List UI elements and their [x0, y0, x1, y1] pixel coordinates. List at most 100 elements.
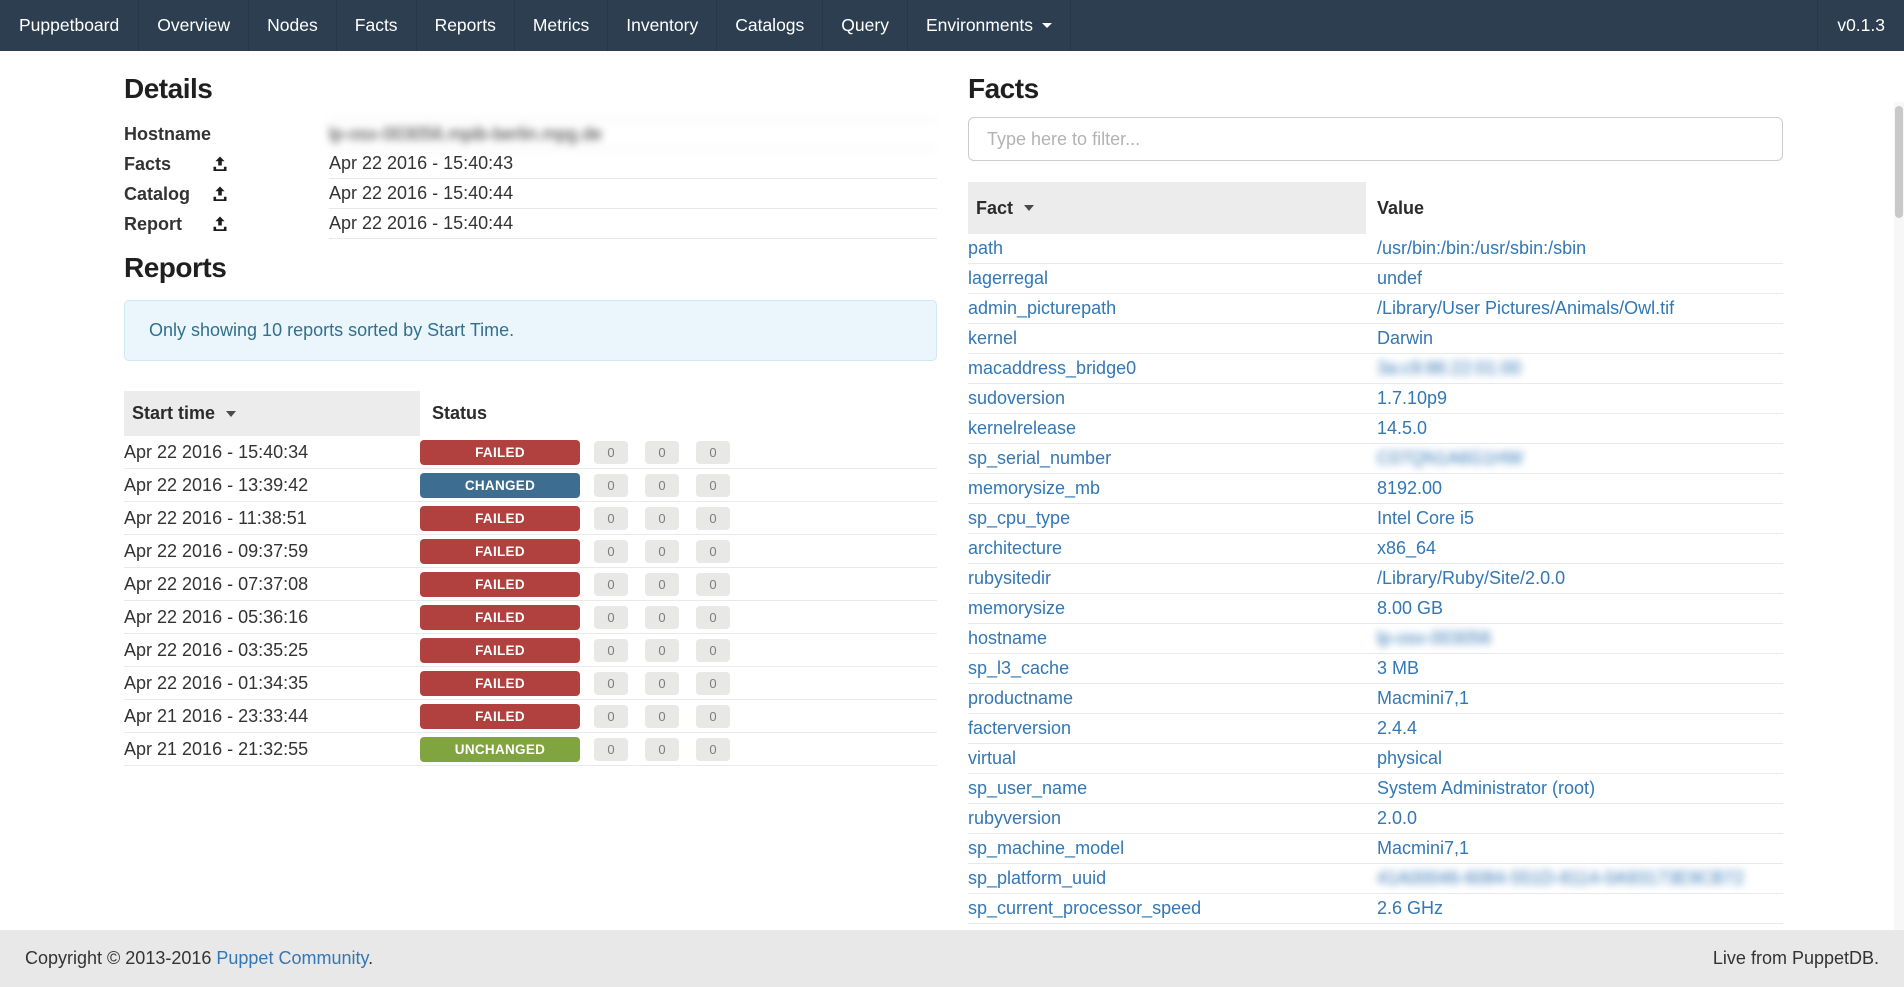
fact-link[interactable]: sp_machine_model [968, 838, 1124, 858]
fact-name-cell: rubyversion [968, 808, 1366, 829]
fact-value-link[interactable]: undef [1377, 268, 1422, 288]
fact-link[interactable]: lagerregal [968, 268, 1048, 288]
nav-item-environments[interactable]: Environments [908, 0, 1071, 51]
node-detail-column: Details Hostnamelp-osx-003056.mpib-berli… [124, 51, 937, 766]
fact-link[interactable]: productname [968, 688, 1073, 708]
count-badge: 0 [594, 705, 628, 728]
fact-value-link[interactable]: x86_64 [1377, 538, 1436, 558]
fact-value-link[interactable]: 8192.00 [1377, 478, 1442, 498]
fact-link[interactable]: virtual [968, 748, 1016, 768]
count-badge: 0 [696, 507, 730, 530]
fact-link[interactable]: memorysize_mb [968, 478, 1100, 498]
fact-link[interactable]: admin_picturepath [968, 298, 1116, 318]
details-value: lp-osx-003056.mpib-berlin.mpg.de [329, 119, 937, 149]
fact-value-link[interactable]: lp-osx-003056 [1377, 628, 1491, 648]
fact-link[interactable]: sp_serial_number [968, 448, 1111, 468]
nav-item-inventory[interactable]: Inventory [608, 0, 717, 51]
nav-item-reports[interactable]: Reports [417, 0, 515, 51]
column-header-value[interactable]: Value [1366, 198, 1424, 219]
nav-item-overview[interactable]: Overview [139, 0, 249, 51]
fact-link[interactable]: architecture [968, 538, 1062, 558]
fact-value-link[interactable]: 2.6 GHz [1377, 898, 1443, 918]
version-label: v0.1.3 [1817, 0, 1904, 51]
fact-value-link[interactable]: 3 MB [1377, 658, 1419, 678]
count-badge: 0 [594, 441, 628, 464]
fact-value-cell: Intel Core i5 [1366, 508, 1783, 529]
facts-table-header: Fact Value [968, 182, 1783, 234]
fact-value-link[interactable]: System Administrator (root) [1377, 778, 1595, 798]
fact-value-link[interactable]: 2.4.4 [1377, 718, 1417, 738]
column-header-fact[interactable]: Fact [968, 182, 1366, 234]
facts-filter-input[interactable] [968, 117, 1783, 161]
fact-link[interactable]: sp_platform_uuid [968, 868, 1106, 888]
fact-value-cell: Darwin [1366, 328, 1783, 349]
fact-link[interactable]: kernel [968, 328, 1017, 348]
count-badge: 0 [696, 474, 730, 497]
fact-name-cell: admin_picturepath [968, 298, 1366, 319]
fact-value-link[interactable]: Intel Core i5 [1377, 508, 1474, 528]
fact-link[interactable]: memorysize [968, 598, 1065, 618]
fact-value-link[interactable]: 8.00 GB [1377, 598, 1443, 618]
fact-link[interactable]: macaddress_bridge0 [968, 358, 1136, 378]
column-header-status[interactable]: Status [420, 403, 487, 424]
navbar-items: OverviewNodesFactsReportsMetricsInventor… [139, 0, 908, 51]
alert-text: Only showing 10 reports sorted by Start … [149, 320, 514, 341]
table-row: sp_cpu_type Intel Core i5 [968, 504, 1783, 534]
fact-link[interactable]: rubyversion [968, 808, 1061, 828]
table-row: sudoversion 1.7.10p9 [968, 384, 1783, 414]
fact-link[interactable]: sp_cpu_type [968, 508, 1070, 528]
fact-link[interactable]: sudoversion [968, 388, 1065, 408]
upload-icon[interactable] [212, 186, 228, 202]
upload-icon[interactable] [212, 156, 228, 172]
puppetdb-status-text: Live from PuppetDB. [1713, 948, 1879, 969]
nav-item-metrics[interactable]: Metrics [515, 0, 608, 51]
status-badge: FAILED [420, 704, 580, 729]
fact-value-link[interactable]: C07QN1A6G1HW [1377, 448, 1523, 468]
details-label-catalog: Catalog [124, 184, 329, 205]
main-content: Details Hostnamelp-osx-003056.mpib-berli… [0, 51, 1904, 930]
fact-value-link[interactable]: 3a:c9:86:22:01:00 [1377, 358, 1521, 378]
fact-value-link[interactable]: /usr/bin:/bin:/usr/sbin:/sbin [1377, 238, 1586, 258]
fact-link[interactable]: hostname [968, 628, 1047, 648]
fact-link[interactable]: rubysitedir [968, 568, 1051, 588]
fact-name-cell: sp_current_processor_speed [968, 898, 1366, 919]
upload-icon[interactable] [212, 216, 228, 232]
fact-value-link[interactable]: Macmini7,1 [1377, 838, 1469, 858]
fact-name-cell: path [968, 238, 1366, 259]
scrollbar-thumb[interactable] [1895, 106, 1903, 218]
fact-value-link[interactable]: physical [1377, 748, 1442, 768]
fact-value-link[interactable]: 2.0.0 [1377, 808, 1417, 828]
table-row: productname Macmini7,1 [968, 684, 1783, 714]
fact-link[interactable]: facterversion [968, 718, 1071, 738]
fact-value-link[interactable]: /Library/User Pictures/Animals/Owl.tif [1377, 298, 1674, 318]
facts-table: Fact Value path/usr/bin:/bin:/usr/sbin:/… [968, 182, 1783, 924]
report-start-time: Apr 21 2016 - 23:33:44 [124, 706, 420, 727]
fact-link[interactable]: kernelrelease [968, 418, 1076, 438]
fact-name-cell: architecture [968, 538, 1366, 559]
fact-value-cell: C07QN1A6G1HW [1366, 448, 1783, 469]
nav-item-facts[interactable]: Facts [337, 0, 417, 51]
puppet-community-link[interactable]: Puppet Community [216, 948, 368, 968]
fact-value-link[interactable]: /Library/Ruby/Site/2.0.0 [1377, 568, 1565, 588]
fact-link[interactable]: path [968, 238, 1003, 258]
fact-value-link[interactable]: 14.5.0 [1377, 418, 1427, 438]
fact-value-cell: 3 MB [1366, 658, 1783, 679]
fact-value-link[interactable]: 41A00046-6084-551D-8114-0A93173E9CB72 [1377, 868, 1744, 888]
status-badge: FAILED [420, 638, 580, 663]
details-label-report: Report [124, 214, 329, 235]
nav-item-nodes[interactable]: Nodes [249, 0, 337, 51]
fact-link[interactable]: sp_current_processor_speed [968, 898, 1201, 918]
count-badge: 0 [645, 573, 679, 596]
nav-item-catalogs[interactable]: Catalogs [717, 0, 823, 51]
nav-item-query[interactable]: Query [823, 0, 908, 51]
fact-value-link[interactable]: 1.7.10p9 [1377, 388, 1447, 408]
fact-link[interactable]: sp_user_name [968, 778, 1087, 798]
column-header-start-time[interactable]: Start time [124, 391, 420, 436]
fact-link[interactable]: sp_l3_cache [968, 658, 1069, 678]
reports-title: Reports [124, 251, 937, 285]
fact-value-cell: 2.4.4 [1366, 718, 1783, 739]
fact-value-link[interactable]: Darwin [1377, 328, 1433, 348]
navbar-brand[interactable]: Puppetboard [0, 0, 139, 51]
fact-name-cell: rubysitedir [968, 568, 1366, 589]
fact-value-link[interactable]: Macmini7,1 [1377, 688, 1469, 708]
